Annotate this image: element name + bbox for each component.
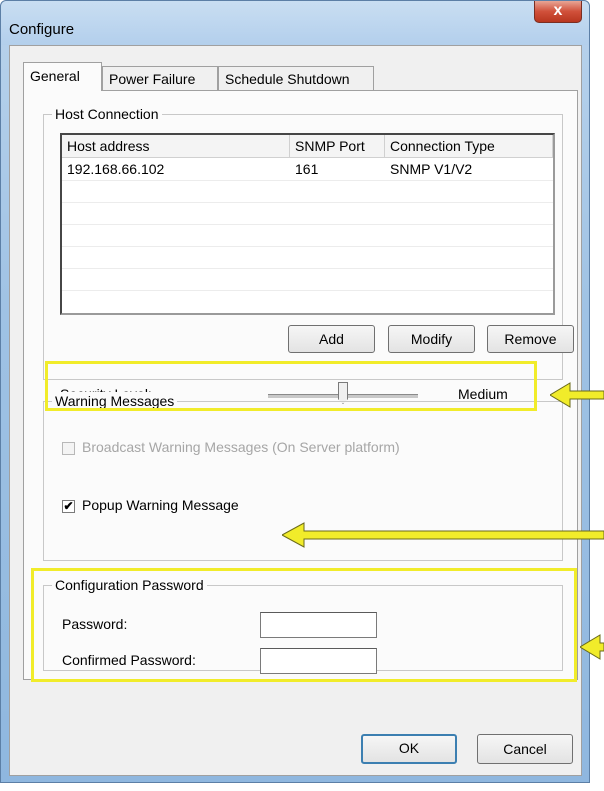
tab-schedule-shutdown[interactable]: Schedule Shutdown	[218, 66, 374, 90]
tab-schedule-shutdown-label: Schedule Shutdown	[225, 71, 350, 87]
row-divider	[62, 180, 553, 181]
title-bar[interactable]: Configure x	[1, 1, 589, 45]
password-arrow-icon	[580, 634, 604, 660]
connection-type-cell: SNMP V1/V2	[390, 161, 473, 177]
remove-button[interactable]: Remove	[487, 325, 574, 353]
security-arrow-icon	[550, 382, 604, 408]
popup-warning-label: Popup Warning Message	[82, 497, 239, 513]
row-divider	[62, 290, 553, 291]
host-list[interactable]: Host address SNMP Port Connection Type 1…	[60, 133, 555, 315]
tab-general[interactable]: General	[23, 62, 102, 91]
host-connection-label: Host Connection	[52, 105, 162, 123]
popup-warning-checkbox[interactable]: ✔	[62, 500, 75, 513]
broadcast-checkbox[interactable]	[62, 442, 75, 455]
snmp-port-cell: 161	[295, 161, 319, 177]
close-icon: x	[553, 2, 563, 19]
close-button[interactable]: x	[534, 1, 582, 23]
tab-general-label: General	[30, 68, 80, 84]
add-button[interactable]: Add	[288, 325, 375, 353]
broadcast-label: Broadcast Warning Messages (On Server pl…	[82, 439, 400, 455]
host-list-header: Host address SNMP Port Connection Type	[62, 135, 553, 158]
host-address-cell: 192.168.66.102	[67, 161, 165, 177]
row-divider	[62, 268, 553, 269]
row-divider	[62, 224, 553, 225]
column-connection-type[interactable]: Connection Type	[385, 135, 553, 157]
column-host-address[interactable]: Host address	[62, 135, 290, 157]
column-snmp-port[interactable]: SNMP Port	[290, 135, 385, 157]
configuration-password-highlight	[31, 568, 577, 682]
checkmark-icon: ✔	[63, 499, 74, 513]
tab-power-failure[interactable]: Power Failure	[102, 66, 218, 90]
window-title: Configure	[9, 21, 75, 38]
table-row[interactable]: 192.168.66.102 161 SNMP V1/V2	[62, 158, 553, 180]
tab-power-failure-label: Power Failure	[109, 71, 196, 87]
row-divider	[62, 202, 553, 203]
cancel-button[interactable]: Cancel	[477, 734, 573, 764]
modify-button[interactable]: Modify	[388, 325, 475, 353]
popup-warning-arrow-icon	[282, 522, 604, 548]
row-divider	[62, 246, 553, 247]
host-connection-group: Host Connection Host address SNMP Port C…	[43, 105, 574, 404]
security-level-highlight	[45, 361, 537, 411]
ok-button[interactable]: OK	[361, 734, 457, 764]
